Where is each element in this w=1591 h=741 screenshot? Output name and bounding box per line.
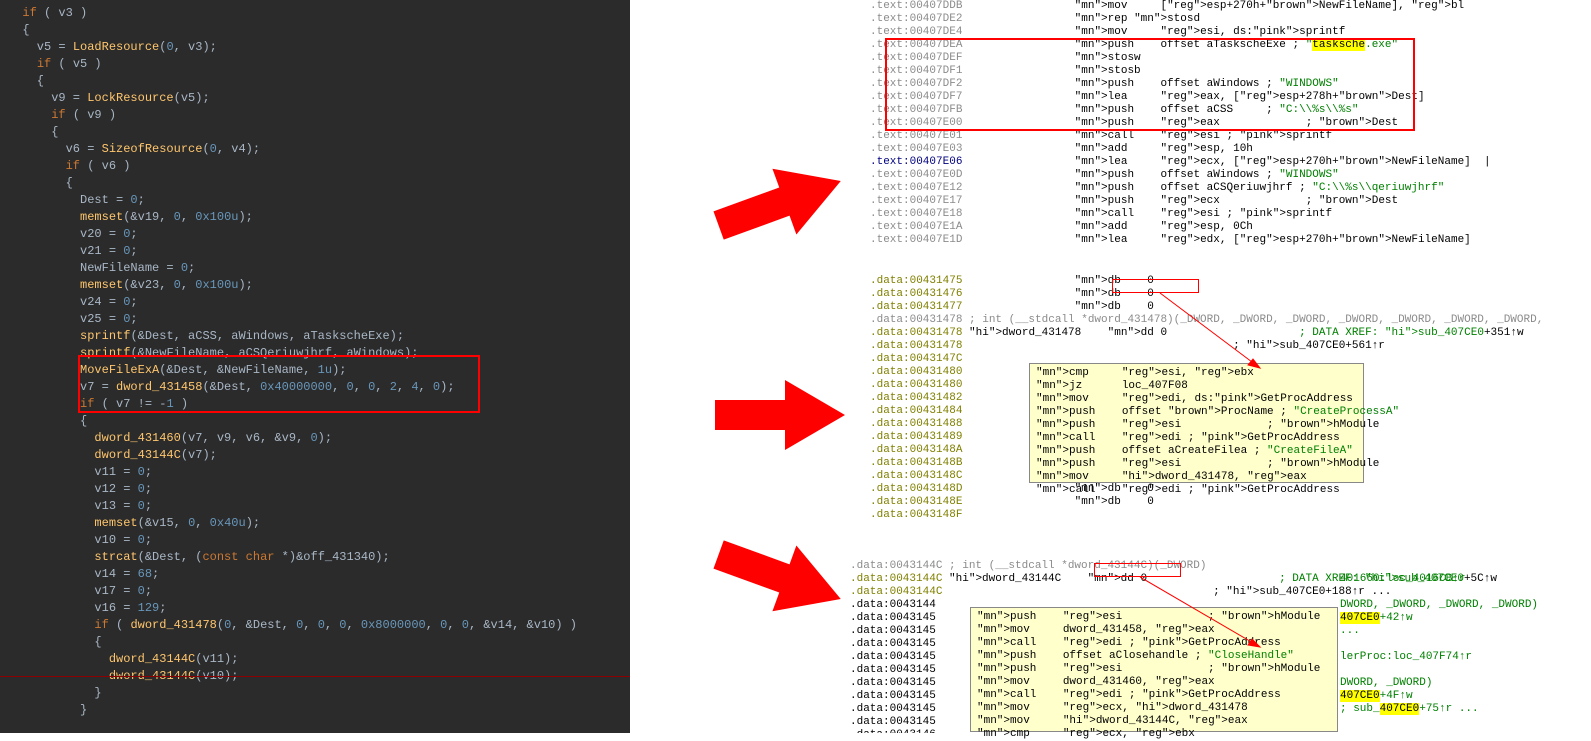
xref-tooltip-1: "mn">cmp "reg">esi, "reg">ebx"mn">jz loc… xyxy=(1029,363,1364,483)
decompiled-code: if ( v3 ) { v5 = LoadResource(0, v3); if… xyxy=(8,5,622,719)
red-arrow-icon xyxy=(695,520,855,630)
decompiler-pane: if ( v3 ) { v5 = LoadResource(0, v3); if… xyxy=(0,0,630,733)
xref-arrow-2 xyxy=(1130,577,1270,652)
xref-arrow-1 xyxy=(1150,293,1270,373)
disasm-text-pane: .text:00407DDB "mn">mov ["reg">esp+270h+… xyxy=(870,0,1591,250)
red-arrow-icon xyxy=(695,370,855,460)
separator-line xyxy=(0,676,630,677)
red-arrow-icon xyxy=(695,150,855,260)
